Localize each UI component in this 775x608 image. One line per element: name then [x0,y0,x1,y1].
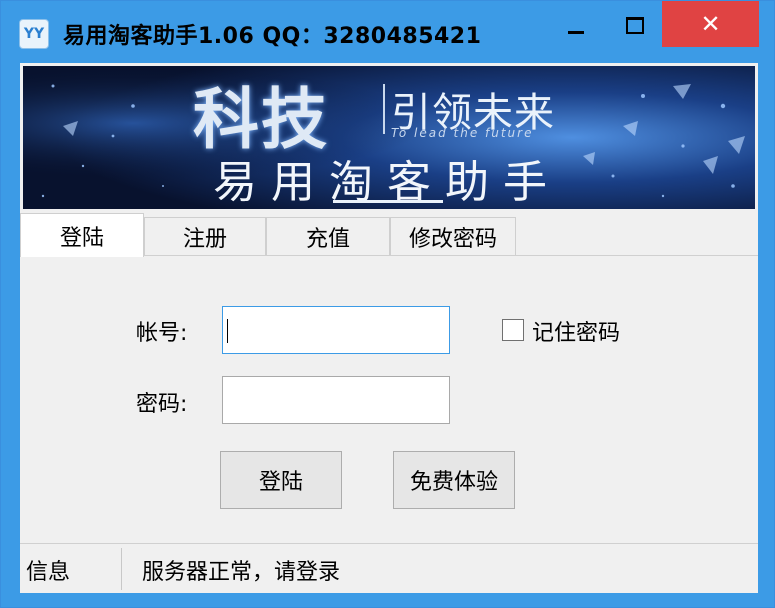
tab-change-password[interactable]: 修改密码 [390,217,516,255]
account-input[interactable] [222,306,450,354]
free-trial-button[interactable]: 免费体验 [393,451,515,509]
banner-image: 科技 引领未来 To lead the future 易用淘客助手 [23,66,755,209]
password-label: 密码: [136,392,188,417]
login-button[interactable]: 登陆 [220,451,342,509]
text-caret [227,319,228,343]
status-label: 信息 [26,560,71,585]
banner-underline [333,200,443,203]
account-label: 帐号: [136,321,188,346]
status-message: 服务器正常，请登录 [142,560,341,585]
tab-recharge[interactable]: 充值 [266,217,390,255]
password-input[interactable] [222,376,450,424]
close-button[interactable]: ✕ [662,1,759,47]
minimize-button[interactable] [546,1,604,47]
tab-login[interactable]: 登陆 [20,213,144,257]
window-title: 易用淘客助手1.06 QQ：3280485421 [63,24,482,49]
status-separator [121,548,122,590]
remember-password-label[interactable]: 记住密码 [532,315,620,347]
maximize-icon [626,17,644,34]
maximize-button[interactable] [605,1,661,47]
close-icon: ✕ [700,10,721,38]
title-bar[interactable]: YY 易用淘客助手1.06 QQ：3280485421 ✕ [1,1,774,63]
main-window: YY 易用淘客助手1.06 QQ：3280485421 ✕ 科技 引领未来 To… [0,0,775,608]
client-area: 科技 引领未来 To lead the future 易用淘客助手 登陆 注册 … [20,63,758,593]
tab-register[interactable]: 注册 [144,217,266,255]
banner-divider [383,84,385,134]
app-logo-icon: YY [19,19,49,49]
tab-strip: 登陆 注册 充值 修改密码 [20,211,758,257]
banner-tagline-en: To lead the future [391,126,534,140]
remember-password-checkbox[interactable] [502,319,524,341]
minimize-icon [568,31,584,34]
status-bar: 信息 服务器正常，请登录 [20,543,758,593]
